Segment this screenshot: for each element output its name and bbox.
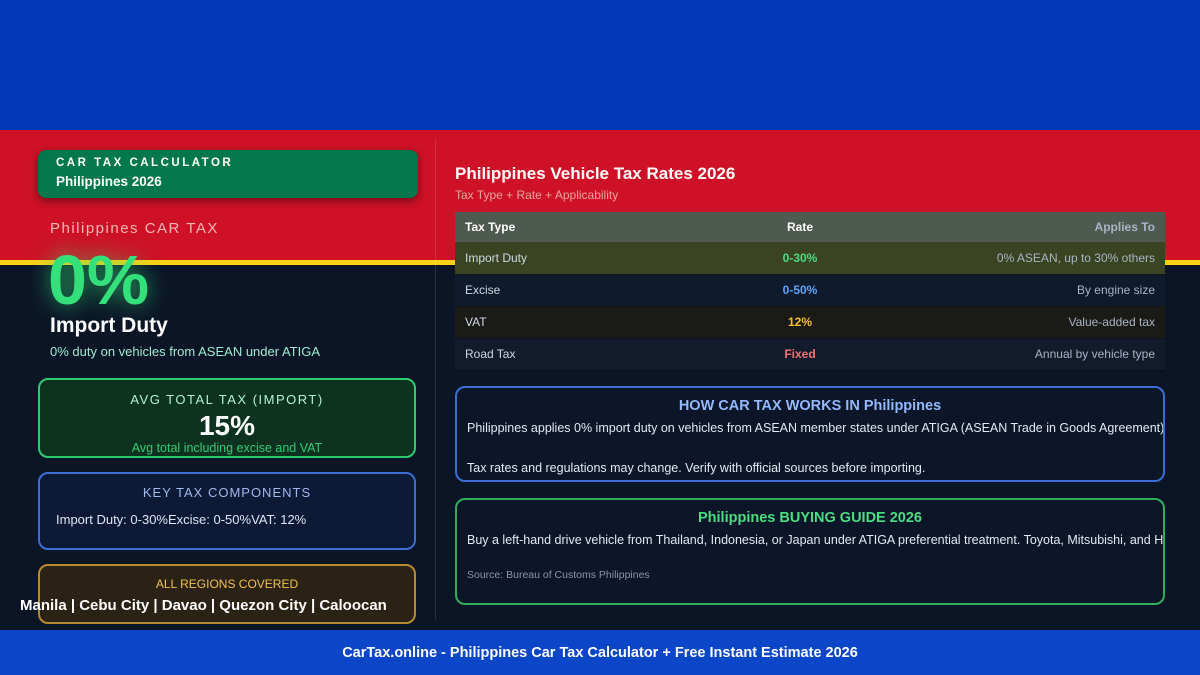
tax-type-cell: Import Duty (455, 242, 685, 275)
key-components-card: KEY TAX COMPONENTS Import Duty: 0-30%Exc… (38, 472, 416, 550)
brand-box: CAR TAX CALCULATOR Philippines 2026 (38, 150, 418, 198)
applies-to-cell: 0% ASEAN, up to 30% others (915, 242, 1165, 275)
tax-type-cell: Road Tax (455, 338, 685, 371)
applies-to-cell: Annual by vehicle type (915, 338, 1165, 371)
avg-total-tax-card: AVG TOTAL TAX (IMPORT) 15% Avg total inc… (38, 378, 416, 458)
footer-banner: CarTax.online - Philippines Car Tax Calc… (0, 630, 1200, 675)
tax-rates-table: Tax Type Rate Applies To Import Duty 0-3… (455, 212, 1165, 371)
hero-description: 0% duty on vehicles from ASEAN under ATI… (50, 344, 320, 359)
hero-label: Philippines CAR TAX (50, 220, 219, 237)
table-row: Excise 0-50% By engine size (455, 274, 1165, 307)
table-header-row: Tax Type Rate Applies To (455, 212, 1165, 242)
rate-cell: 12% (685, 306, 915, 339)
guide-card-text: Buy a left-hand drive vehicle from Thail… (467, 533, 1165, 547)
how-car-tax-works-card: HOW CAR TAX WORKS IN Philippines Philipp… (455, 386, 1165, 482)
rate-cell: 0-30% (685, 242, 915, 275)
column-header-rate: Rate (685, 212, 915, 242)
brand-title: Philippines 2026 (56, 174, 162, 189)
flag-blue-band (0, 0, 1200, 130)
regions-label: ALL REGIONS COVERED (155, 577, 299, 591)
rates-title: Philippines Vehicle Tax Rates 2026 (455, 164, 736, 183)
hero-title: Import Duty (50, 314, 168, 337)
avg-tax-value: 15% (198, 410, 256, 441)
tax-type-cell: Excise (455, 274, 685, 307)
column-header-tax-type: Tax Type (455, 212, 685, 242)
avg-tax-subtext: Avg total including excise and VAT (131, 441, 323, 455)
rate-cell: 0-50% (685, 274, 915, 307)
how-card-text: Philippines applies 0% import duty on ve… (467, 421, 1165, 435)
regions-card: ALL REGIONS COVERED (38, 564, 416, 624)
table-row: Road Tax Fixed Annual by vehicle type (455, 338, 1165, 371)
brand-eyebrow: CAR TAX CALCULATOR (56, 157, 234, 169)
rates-subtitle: Tax Type + Rate + Applicability (455, 188, 619, 202)
footer-text: CarTax.online - Philippines Car Tax Calc… (342, 644, 858, 661)
buying-guide-card: Philippines BUYING GUIDE 2026 Buy a left… (455, 498, 1165, 605)
applies-to-cell: By engine size (915, 274, 1165, 307)
hero-value: 0% (48, 241, 150, 319)
avg-tax-label: AVG TOTAL TAX (IMPORT) (130, 392, 324, 407)
guide-card-source: Source: Bureau of Customs Philippines (467, 569, 650, 581)
column-divider (435, 140, 436, 620)
applies-to-cell: Value-added tax (915, 306, 1165, 339)
key-components-body: Import Duty: 0-30%Excise: 0-50%VAT: 12% (56, 512, 307, 527)
how-card-title: HOW CAR TAX WORKS IN Philippines (678, 398, 942, 414)
column-header-applies-to: Applies To (915, 212, 1165, 242)
guide-card-title: Philippines BUYING GUIDE 2026 (698, 510, 922, 526)
table-row: VAT 12% Value-added tax (455, 306, 1165, 339)
regions-list: Manila | Cebu City | Davao | Quezon City… (20, 597, 387, 614)
how-card-note: Tax rates and regulations may change. Ve… (467, 461, 926, 475)
rate-cell: Fixed (685, 338, 915, 371)
key-components-label: KEY TAX COMPONENTS (142, 485, 312, 500)
table-row: Import Duty 0-30% 0% ASEAN, up to 30% ot… (455, 242, 1165, 275)
tax-type-cell: VAT (455, 306, 685, 339)
